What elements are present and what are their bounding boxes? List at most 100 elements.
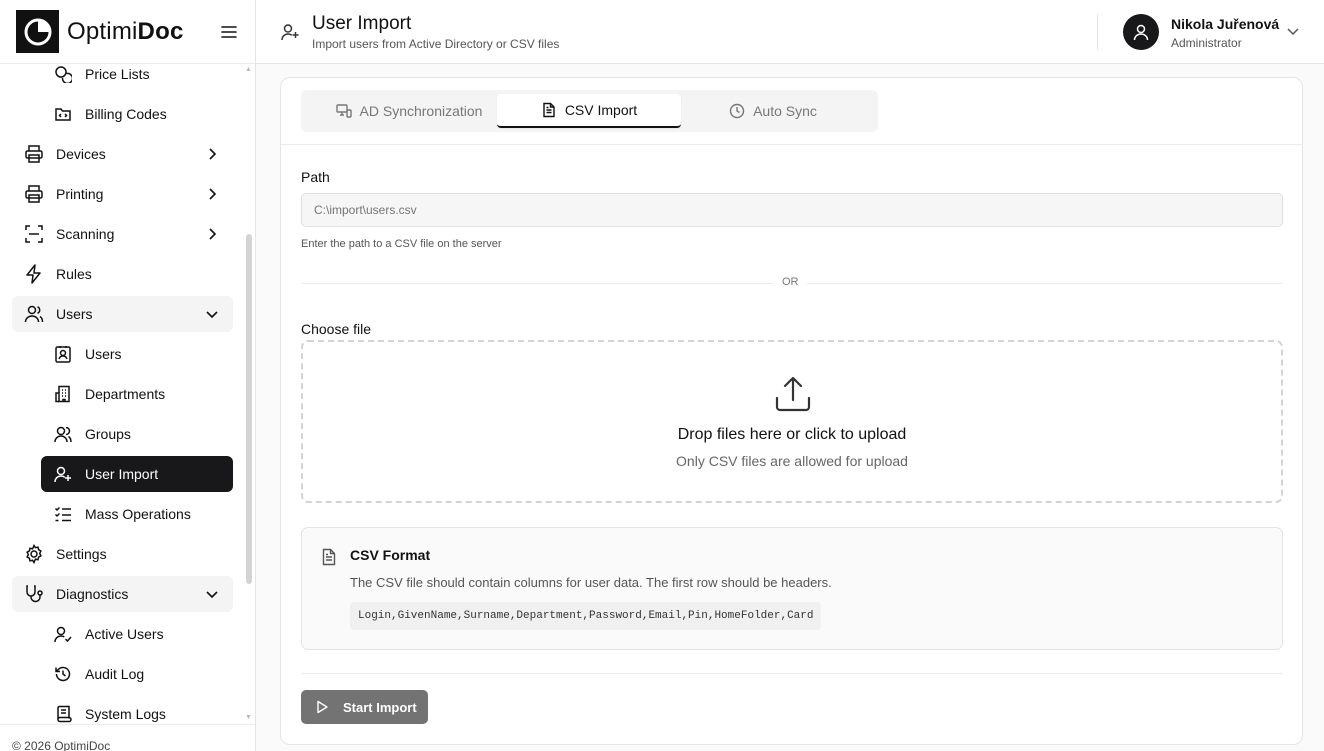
- chevron-right-icon: [209, 188, 217, 200]
- logo[interactable]: OptimiDoc: [0, 0, 255, 64]
- page-header: User Import Import users from Active Dir…: [256, 0, 1324, 64]
- user-role: Administrator: [1171, 36, 1242, 50]
- sidebar-item-label: Active Users: [85, 626, 164, 642]
- user-name[interactable]: Nikola Juřenová: [1171, 16, 1279, 32]
- import-tabs: AD Synchronization CSV Import Auto Sync: [301, 90, 878, 132]
- list-checks-icon: [53, 504, 73, 524]
- sidebar-item-mass-operations[interactable]: Mass Operations: [41, 496, 233, 532]
- gear-icon: [24, 544, 44, 564]
- logo-icon: [16, 10, 59, 53]
- user-check-icon: [53, 624, 73, 644]
- sidebar-nav: Price Lists Billing Codes Devices Printi…: [0, 64, 248, 724]
- path-label: Path: [301, 169, 330, 185]
- scroll-icon: [53, 704, 73, 724]
- coins-icon: [53, 64, 73, 84]
- sidebar-item-diagnostics[interactable]: Diagnostics: [12, 576, 233, 612]
- sidebar-item-label: Price Lists: [85, 66, 150, 82]
- sidebar-scrollbar[interactable]: [246, 234, 252, 584]
- folder-code-icon: [53, 104, 73, 124]
- history-icon: [53, 664, 73, 684]
- sidebar-item-active-users[interactable]: Active Users: [41, 616, 233, 652]
- sidebar-item-scanning[interactable]: Scanning: [12, 216, 233, 252]
- sidebar-item-label: Departments: [85, 386, 166, 402]
- sidebar-item-label: Settings: [56, 546, 107, 562]
- printer-icon: [24, 144, 44, 164]
- sidebar-item-label: Scanning: [56, 226, 115, 242]
- printer-icon: [24, 184, 44, 204]
- user-plus-icon: [281, 24, 299, 41]
- user-plus-icon: [53, 464, 73, 484]
- sidebar-item-label: Devices: [56, 146, 106, 162]
- path-input[interactable]: [301, 193, 1283, 227]
- file-text-icon: [322, 548, 336, 566]
- sidebar-item-groups[interactable]: Groups: [41, 416, 233, 452]
- file-text-icon: [541, 102, 557, 118]
- sidebar-item-label: Printing: [56, 186, 104, 202]
- sidebar-item-label: User Import: [85, 466, 159, 482]
- sidebar-item-devices[interactable]: Devices: [12, 136, 233, 172]
- sidebar-item-label: Billing Codes: [85, 106, 167, 122]
- chevron-right-icon: [209, 148, 217, 160]
- chevron-down-icon[interactable]: [1286, 24, 1300, 38]
- start-import-label: Start Import: [343, 699, 417, 715]
- sidebar: OptimiDoc ▲ Price Lists Billing Codes De…: [0, 0, 256, 751]
- sidebar-item-system-logs[interactable]: System Logs: [41, 696, 233, 724]
- sidebar-item-rules[interactable]: Rules: [12, 256, 233, 292]
- sidebar-item-printing[interactable]: Printing: [12, 176, 233, 212]
- chevron-down-icon: [206, 591, 218, 599]
- sidebar-item-label: Users: [85, 346, 122, 362]
- tab-csv-import[interactable]: CSV Import: [497, 94, 681, 128]
- sidebar-item-label: Mass Operations: [85, 506, 191, 522]
- building-icon: [53, 384, 73, 404]
- divider: [281, 144, 1302, 145]
- sidebar-item-departments[interactable]: Departments: [41, 376, 233, 412]
- csv-import-card: AD Synchronization CSV Import Auto Sync …: [280, 77, 1303, 745]
- play-icon: [315, 700, 329, 714]
- sidebar-item-billing-codes[interactable]: Billing Codes: [41, 96, 233, 132]
- sidebar-item-label: Users: [56, 306, 93, 322]
- lightning-icon: [24, 264, 44, 284]
- clock-icon: [729, 103, 745, 119]
- user-icon: [1133, 24, 1149, 41]
- footer-copyright: © 2026 OptimiDoc: [0, 724, 255, 751]
- tab-label: AD Synchronization: [359, 103, 483, 119]
- contact-icon: [53, 344, 73, 364]
- sidebar-item-settings[interactable]: Settings: [12, 536, 233, 572]
- logo-text: OptimiDoc: [67, 17, 184, 45]
- sidebar-item-user-import[interactable]: User Import: [41, 456, 233, 492]
- csv-format-info: CSV Format The CSV file should contain c…: [301, 527, 1283, 650]
- sidebar-item-users[interactable]: Users: [12, 296, 233, 332]
- dropzone-subtitle: Only CSV files are allowed for upload: [676, 453, 908, 469]
- choose-file-label: Choose file: [301, 321, 372, 337]
- sidebar-item-users-list[interactable]: Users: [41, 336, 233, 372]
- path-hint: Enter the path to a CSV file on the serv…: [301, 238, 502, 250]
- group-icon: [53, 424, 73, 444]
- csv-columns-code: Login,GivenName,Surname,Department,Passw…: [350, 602, 822, 630]
- sidebar-item-label: Audit Log: [85, 666, 145, 682]
- scan-icon: [24, 224, 44, 244]
- sidebar-item-audit-log[interactable]: Audit Log: [41, 656, 233, 692]
- users-icon: [24, 304, 44, 324]
- sidebar-item-label: Rules: [56, 266, 92, 282]
- csv-format-title: CSV Format: [350, 547, 431, 563]
- file-dropzone[interactable]: Drop files here or click to upload Only …: [301, 340, 1283, 503]
- upload-icon: [775, 376, 811, 412]
- chevron-right-icon: [209, 228, 217, 240]
- page-title: User Import: [312, 13, 412, 34]
- header-divider: [1097, 14, 1098, 50]
- tab-ad-synchronization[interactable]: AD Synchronization: [317, 94, 501, 128]
- start-import-button[interactable]: Start Import: [301, 690, 428, 724]
- scroll-down-arrow[interactable]: ▼: [245, 714, 252, 721]
- csv-format-description: The CSV file should contain columns for …: [350, 575, 832, 590]
- tab-auto-sync[interactable]: Auto Sync: [681, 94, 865, 128]
- menu-toggle-icon[interactable]: [221, 24, 237, 40]
- chevron-down-icon: [206, 311, 218, 319]
- stethoscope-icon: [24, 584, 44, 604]
- sidebar-item-price-lists[interactable]: Price Lists: [41, 64, 233, 92]
- avatar[interactable]: [1123, 14, 1159, 50]
- page-subtitle: Import users from Active Directory or CS…: [312, 37, 560, 51]
- tab-label: Auto Sync: [753, 103, 817, 119]
- tab-label: CSV Import: [564, 102, 638, 118]
- network-icon: [335, 103, 352, 119]
- sidebar-item-label: Diagnostics: [56, 586, 129, 602]
